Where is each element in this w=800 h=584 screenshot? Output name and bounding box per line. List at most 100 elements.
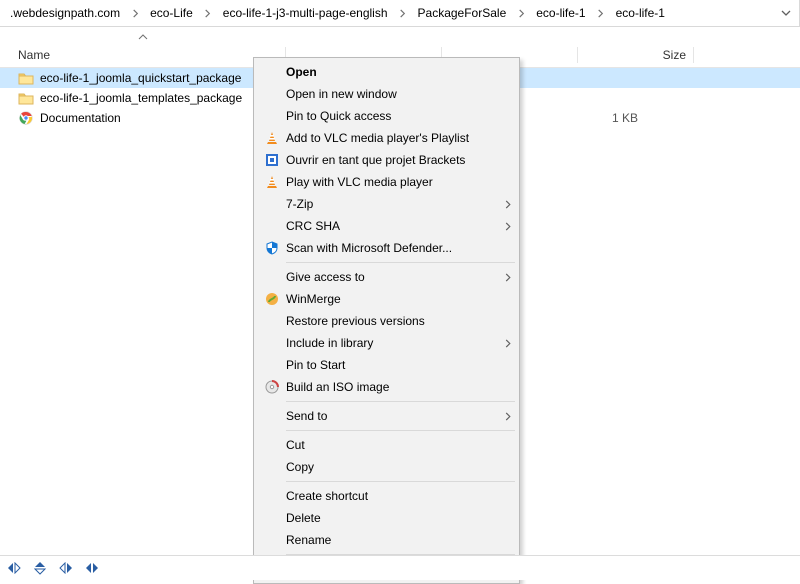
menu-label: Scan with Microsoft Defender...	[286, 241, 517, 255]
menu-item-send-to[interactable]: Send to	[256, 405, 517, 427]
mirror-right-icon[interactable]	[58, 560, 74, 576]
breadcrumb-segment[interactable]: eco-life-1-j3-multi-page-english	[217, 1, 394, 25]
menu-item-rename[interactable]: Rename	[256, 529, 517, 551]
menu-item-build-iso[interactable]: Build an ISO image	[256, 376, 517, 398]
chevron-right-icon	[499, 339, 517, 348]
chevron-right-icon	[499, 412, 517, 421]
winmerge-icon	[262, 291, 282, 307]
breadcrumb-segment[interactable]: eco-Life	[144, 1, 199, 25]
file-name: eco-life-1_joomla_templates_package	[40, 91, 242, 105]
file-name: eco-life-1_joomla_quickstart_package	[40, 71, 241, 85]
mirror-left-icon[interactable]	[84, 560, 100, 576]
blank-icon	[262, 532, 282, 548]
chevron-right-icon[interactable]	[199, 9, 217, 18]
flip-vertical-icon[interactable]	[32, 560, 48, 576]
menu-separator	[286, 481, 515, 482]
menu-item-open[interactable]: Open	[256, 61, 517, 83]
blank-icon	[262, 459, 282, 475]
chevron-right-icon[interactable]	[126, 9, 144, 18]
chevron-right-icon	[499, 200, 517, 209]
menu-item-open-new-window[interactable]: Open in new window	[256, 83, 517, 105]
column-header-name[interactable]: Name	[0, 43, 286, 67]
disc-icon	[262, 379, 282, 395]
chrome-icon	[18, 110, 34, 126]
blank-icon	[262, 335, 282, 351]
blank-icon	[262, 357, 282, 373]
menu-item-pin-quick-access[interactable]: Pin to Quick access	[256, 105, 517, 127]
menu-label: Create shortcut	[286, 489, 517, 503]
address-bar[interactable]: .webdesignpath.com eco-Life eco-life-1-j…	[0, 0, 800, 27]
blank-icon	[262, 510, 282, 526]
file-size: 1 KB	[538, 111, 638, 125]
menu-item-pin-start[interactable]: Pin to Start	[256, 354, 517, 376]
flip-horizontal-icon[interactable]	[6, 560, 22, 576]
menu-label: Open in new window	[286, 87, 517, 101]
menu-item-copy[interactable]: Copy	[256, 456, 517, 478]
brackets-icon	[262, 152, 282, 168]
blank-icon	[262, 408, 282, 424]
blank-icon	[262, 86, 282, 102]
context-menu: Open Open in new window Pin to Quick acc…	[253, 57, 520, 584]
menu-item-winmerge[interactable]: WinMerge	[256, 288, 517, 310]
menu-item-7zip[interactable]: 7-Zip	[256, 193, 517, 215]
menu-label: Copy	[286, 460, 517, 474]
menu-separator	[286, 262, 515, 263]
chevron-right-icon[interactable]	[394, 9, 412, 18]
chevron-right-icon[interactable]	[592, 9, 610, 18]
blank-icon	[262, 313, 282, 329]
menu-item-brackets[interactable]: Ouvrir en tant que projet Brackets	[256, 149, 517, 171]
chevron-right-icon	[499, 222, 517, 231]
menu-label: Ouvrir en tant que projet Brackets	[286, 153, 517, 167]
chevron-right-icon[interactable]	[512, 9, 530, 18]
menu-item-create-shortcut[interactable]: Create shortcut	[256, 485, 517, 507]
menu-label: CRC SHA	[286, 219, 499, 233]
vlc-icon	[262, 174, 282, 190]
blank-icon	[262, 218, 282, 234]
menu-separator	[286, 430, 515, 431]
menu-label: Send to	[286, 409, 499, 423]
menu-label: Build an ISO image	[286, 380, 517, 394]
blank-icon	[262, 108, 282, 124]
sort-ascending-icon	[138, 34, 148, 40]
file-name: Documentation	[40, 111, 121, 125]
menu-item-vlc-play[interactable]: Play with VLC media player	[256, 171, 517, 193]
menu-label: Add to VLC media player's Playlist	[286, 131, 517, 145]
column-header-size[interactable]: Size	[578, 43, 694, 67]
breadcrumb-segment[interactable]: .webdesignpath.com	[4, 1, 126, 25]
breadcrumb-segment[interactable]: eco-life-1	[530, 1, 591, 25]
column-label: Name	[18, 48, 50, 62]
menu-label: Pin to Start	[286, 358, 517, 372]
vlc-icon	[262, 130, 282, 146]
menu-label: Cut	[286, 438, 517, 452]
menu-separator	[286, 401, 515, 402]
menu-item-give-access-to[interactable]: Give access to	[256, 266, 517, 288]
menu-label: Pin to Quick access	[286, 109, 517, 123]
breadcrumb-segment[interactable]: PackageForSale	[412, 1, 513, 25]
chevron-down-icon[interactable]	[781, 9, 791, 17]
menu-label: Give access to	[286, 270, 499, 284]
folder-icon	[18, 90, 34, 106]
menu-label: Delete	[286, 511, 517, 525]
blank-icon	[262, 196, 282, 212]
menu-label: Open	[286, 65, 517, 79]
menu-label: WinMerge	[286, 292, 517, 306]
menu-label: Include in library	[286, 336, 499, 350]
menu-item-crc-sha[interactable]: CRC SHA	[256, 215, 517, 237]
column-label: Size	[663, 48, 686, 62]
menu-item-restore-previous[interactable]: Restore previous versions	[256, 310, 517, 332]
menu-item-defender-scan[interactable]: Scan with Microsoft Defender...	[256, 237, 517, 259]
chevron-right-icon	[499, 273, 517, 282]
menu-label: 7-Zip	[286, 197, 499, 211]
breadcrumb-segment[interactable]: eco-life-1	[610, 1, 671, 25]
menu-item-cut[interactable]: Cut	[256, 434, 517, 456]
blank-icon	[262, 64, 282, 80]
menu-item-include-library[interactable]: Include in library	[256, 332, 517, 354]
menu-label: Restore previous versions	[286, 314, 517, 328]
status-bar	[0, 555, 800, 580]
menu-label: Play with VLC media player	[286, 175, 517, 189]
menu-item-vlc-add-playlist[interactable]: Add to VLC media player's Playlist	[256, 127, 517, 149]
blank-icon	[262, 269, 282, 285]
menu-item-delete[interactable]: Delete	[256, 507, 517, 529]
defender-icon	[262, 240, 282, 256]
menu-label: Rename	[286, 533, 517, 547]
